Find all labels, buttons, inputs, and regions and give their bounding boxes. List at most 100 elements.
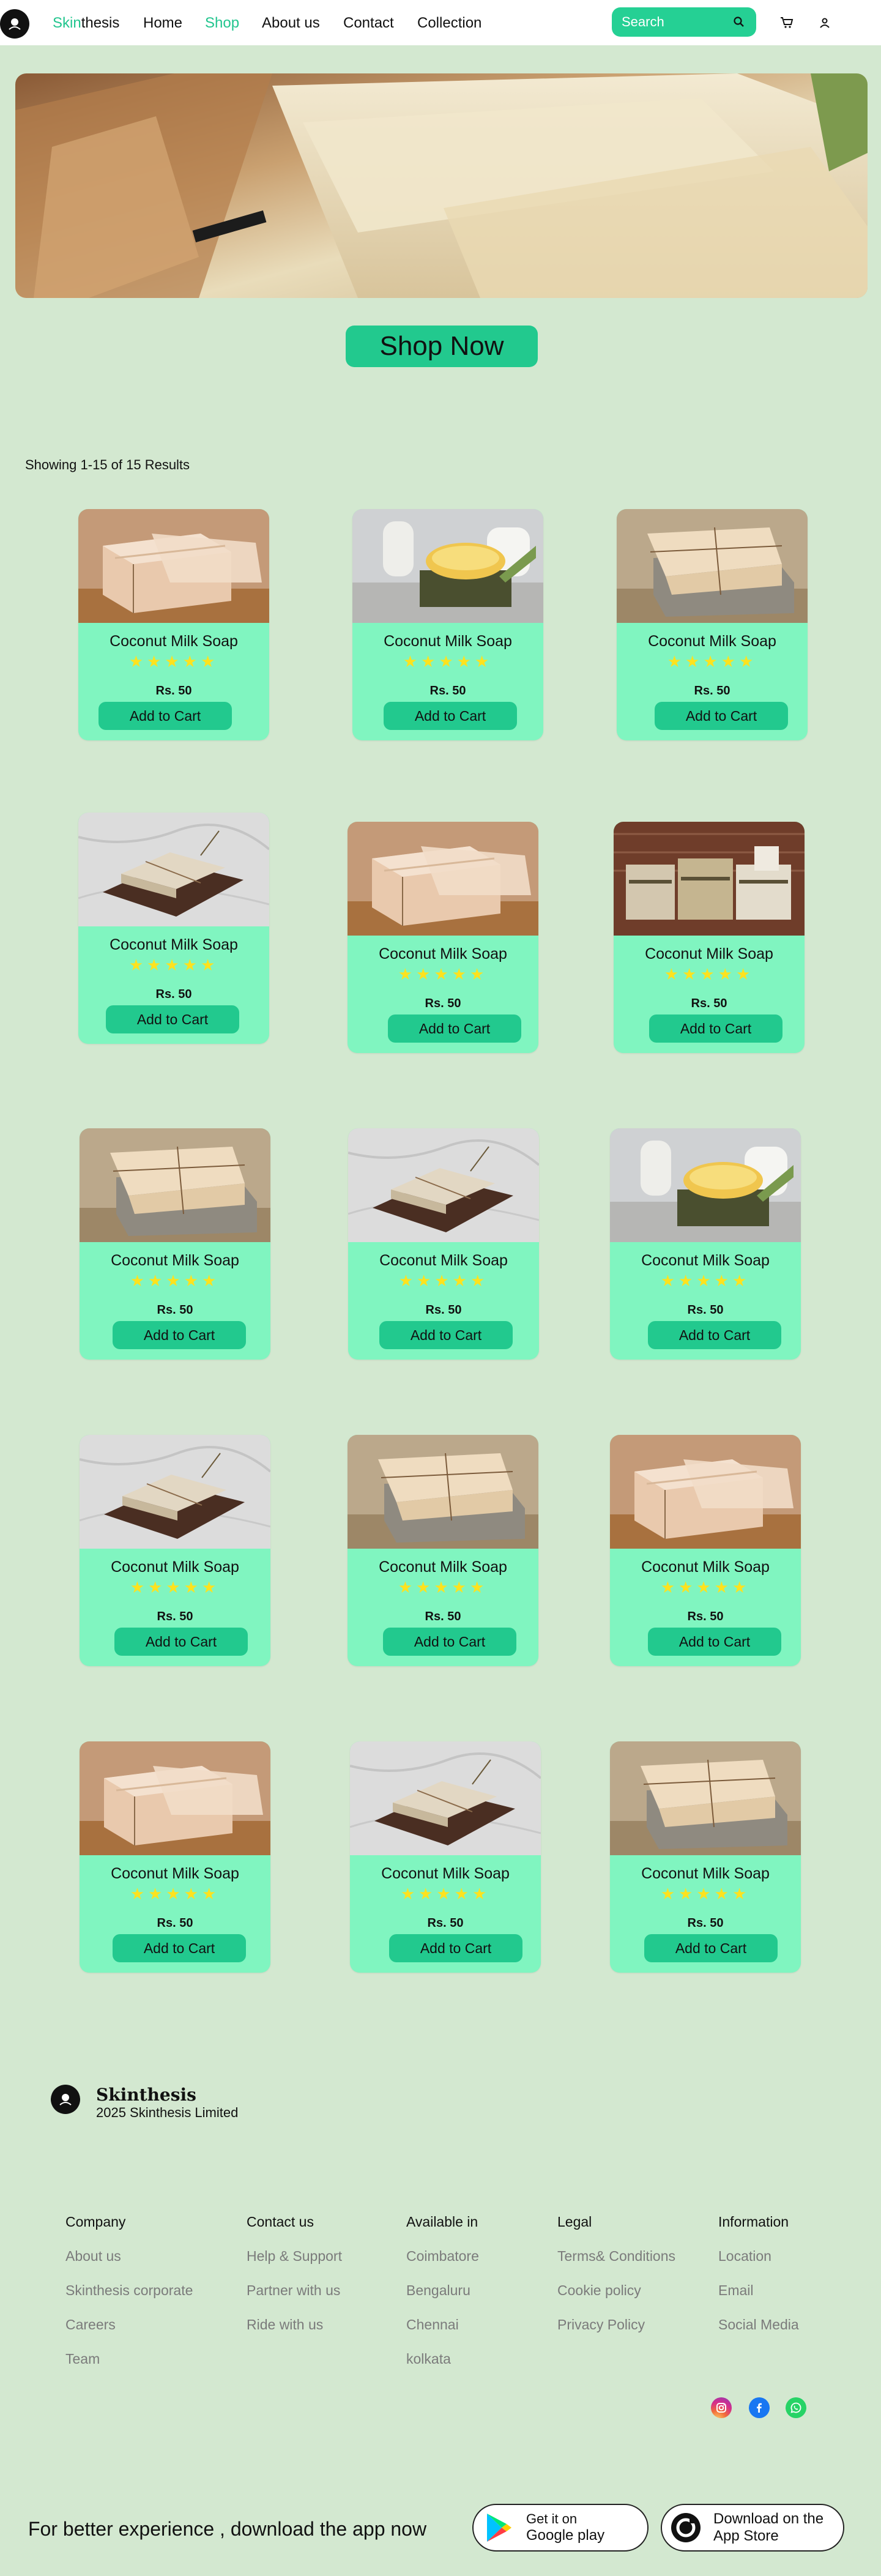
product-card[interactable]: Coconut Milk Soap ★★★★★ Rs. 50 Add to Cart	[80, 1435, 270, 1666]
product-title[interactable]: Coconut Milk Soap	[80, 1865, 270, 1883]
add-to-cart-button[interactable]: Add to Cart	[648, 1628, 781, 1656]
product-title[interactable]: Coconut Milk Soap	[348, 945, 538, 963]
footer-link-contact[interactable]: Partner with us	[247, 2282, 340, 2299]
product-image[interactable]	[617, 509, 808, 623]
user-icon[interactable]	[816, 14, 833, 31]
product-card[interactable]: Coconut Milk Soap ★★★★★ Rs. 50 Add to Cart	[80, 1128, 270, 1360]
brand-name-part2: thesis	[81, 15, 120, 31]
product-image[interactable]	[610, 1741, 801, 1855]
product-image[interactable]	[348, 1128, 539, 1242]
product-title[interactable]: Coconut Milk Soap	[80, 1558, 270, 1576]
instagram-icon[interactable]	[711, 2397, 732, 2418]
google-play-button[interactable]: Get it on Google play	[472, 2504, 649, 2552]
product-card[interactable]: Coconut Milk Soap ★★★★★ Rs. 50 Add to Cart	[348, 822, 538, 1053]
star-icon: ★	[664, 965, 683, 983]
product-image[interactable]	[614, 822, 805, 936]
product-title[interactable]: Coconut Milk Soap	[617, 633, 808, 650]
product-card[interactable]: Coconut Milk Soap ★★★★★ Rs. 50 Add to Cart	[617, 509, 808, 740]
product-image[interactable]	[350, 1741, 541, 1855]
product-card[interactable]: Coconut Milk Soap ★★★★★ Rs. 50 Add to Cart	[610, 1741, 801, 1973]
footer-link-company[interactable]: About us	[65, 2248, 121, 2265]
product-image[interactable]	[80, 1128, 270, 1242]
product-title[interactable]: Coconut Milk Soap	[610, 1252, 801, 1270]
search-icon[interactable]	[730, 13, 748, 31]
product-card[interactable]: Coconut Milk Soap ★★★★★ Rs. 50 Add to Cart	[78, 813, 269, 1044]
product-image[interactable]	[348, 1435, 538, 1549]
product-title[interactable]: Coconut Milk Soap	[610, 1865, 801, 1883]
product-card[interactable]: Coconut Milk Soap ★★★★★ Rs. 50 Add to Cart	[350, 1741, 541, 1973]
product-price: Rs. 50	[157, 1303, 193, 1317]
product-title[interactable]: Coconut Milk Soap	[78, 633, 269, 650]
add-to-cart-button[interactable]: Add to Cart	[383, 1628, 516, 1656]
product-card[interactable]: Coconut Milk Soap ★★★★★ Rs. 50 Add to Cart	[610, 1435, 801, 1666]
product-title[interactable]: Coconut Milk Soap	[614, 945, 805, 963]
cart-icon[interactable]	[778, 14, 795, 31]
product-title[interactable]: Coconut Milk Soap	[352, 633, 543, 650]
product-image[interactable]	[80, 1741, 270, 1855]
product-image[interactable]	[78, 813, 269, 926]
product-image[interactable]	[610, 1435, 801, 1549]
product-title[interactable]: Coconut Milk Soap	[610, 1558, 801, 1576]
brand-name[interactable]: Skinthesis	[53, 15, 119, 32]
add-to-cart-button[interactable]: Add to Cart	[379, 1321, 513, 1349]
star-icon: ★	[434, 1578, 452, 1596]
product-title[interactable]: Coconut Milk Soap	[80, 1252, 270, 1270]
footer-link-legal[interactable]: Terms& Conditions	[557, 2248, 675, 2265]
shop-now-button[interactable]: Shop Now	[346, 326, 538, 367]
footer-link-company[interactable]: Team	[65, 2351, 100, 2367]
product-card[interactable]: Coconut Milk Soap ★★★★★ Rs. 50 Add to Cart	[348, 1128, 539, 1360]
footer-link-available[interactable]: Chennai	[406, 2317, 459, 2333]
footer-link-legal[interactable]: Privacy Policy	[557, 2317, 645, 2333]
product-card[interactable]: Coconut Milk Soap ★★★★★ Rs. 50 Add to Cart	[348, 1435, 538, 1666]
add-to-cart-button[interactable]: Add to Cart	[384, 702, 517, 730]
add-to-cart-button[interactable]: Add to Cart	[113, 1934, 246, 1962]
product-image[interactable]	[352, 509, 543, 623]
star-icon: ★	[166, 1578, 184, 1596]
add-to-cart-button[interactable]: Add to Cart	[114, 1628, 248, 1656]
footer-link-contact[interactable]: Help & Support	[247, 2248, 342, 2265]
search-input[interactable]	[620, 13, 727, 31]
footer-link-information[interactable]: Social Media	[718, 2317, 799, 2333]
brand-logo[interactable]	[0, 9, 29, 39]
whatsapp-icon[interactable]	[786, 2397, 806, 2418]
nav-collection[interactable]: Collection	[417, 15, 481, 32]
product-title[interactable]: Coconut Milk Soap	[348, 1558, 538, 1576]
facebook-icon[interactable]	[749, 2397, 770, 2418]
add-to-cart-button[interactable]: Add to Cart	[113, 1321, 246, 1349]
product-card[interactable]: Coconut Milk Soap ★★★★★ Rs. 50 Add to Cart	[352, 509, 543, 740]
product-card[interactable]: Coconut Milk Soap ★★★★★ Rs. 50 Add to Cart	[610, 1128, 801, 1360]
product-image[interactable]	[80, 1435, 270, 1549]
product-image[interactable]	[78, 509, 269, 623]
product-title[interactable]: Coconut Milk Soap	[350, 1865, 541, 1883]
product-title[interactable]: Coconut Milk Soap	[348, 1252, 539, 1270]
add-to-cart-button[interactable]: Add to Cart	[655, 702, 788, 730]
footer-link-contact[interactable]: Ride with us	[247, 2317, 323, 2333]
footer-link-available[interactable]: Coimbatore	[406, 2248, 479, 2265]
add-to-cart-button[interactable]: Add to Cart	[99, 702, 232, 730]
add-to-cart-button[interactable]: Add to Cart	[106, 1005, 239, 1033]
footer-link-company[interactable]: Skinthesis corporate	[65, 2282, 193, 2299]
product-title[interactable]: Coconut Milk Soap	[78, 936, 269, 954]
add-to-cart-button[interactable]: Add to Cart	[648, 1321, 781, 1349]
footer-logo[interactable]	[51, 2085, 80, 2114]
add-to-cart-button[interactable]: Add to Cart	[649, 1014, 782, 1043]
footer-link-information[interactable]: Email	[718, 2282, 754, 2299]
add-to-cart-button[interactable]: Add to Cart	[388, 1014, 521, 1043]
product-image[interactable]	[610, 1128, 801, 1242]
product-card[interactable]: Coconut Milk Soap ★★★★★ Rs. 50 Add to Cart	[78, 509, 269, 740]
footer-link-available[interactable]: kolkata	[406, 2351, 451, 2367]
nav-home[interactable]: Home	[143, 15, 182, 32]
add-to-cart-button[interactable]: Add to Cart	[389, 1934, 522, 1962]
add-to-cart-button[interactable]: Add to Cart	[644, 1934, 778, 1962]
footer-link-company[interactable]: Careers	[65, 2317, 116, 2333]
product-image[interactable]	[348, 822, 538, 936]
footer-link-available[interactable]: Bengaluru	[406, 2282, 470, 2299]
nav-contact[interactable]: Contact	[343, 15, 394, 32]
product-card[interactable]: Coconut Milk Soap ★★★★★ Rs. 50 Add to Cart	[80, 1741, 270, 1973]
product-card[interactable]: Coconut Milk Soap ★★★★★ Rs. 50 Add to Cart	[614, 822, 805, 1053]
app-store-button[interactable]: Download on the App Store	[661, 2504, 844, 2552]
footer-link-legal[interactable]: Cookie policy	[557, 2282, 641, 2299]
footer-link-information[interactable]: Location	[718, 2248, 771, 2265]
nav-about[interactable]: About us	[262, 15, 320, 32]
nav-shop[interactable]: Shop	[205, 15, 239, 32]
